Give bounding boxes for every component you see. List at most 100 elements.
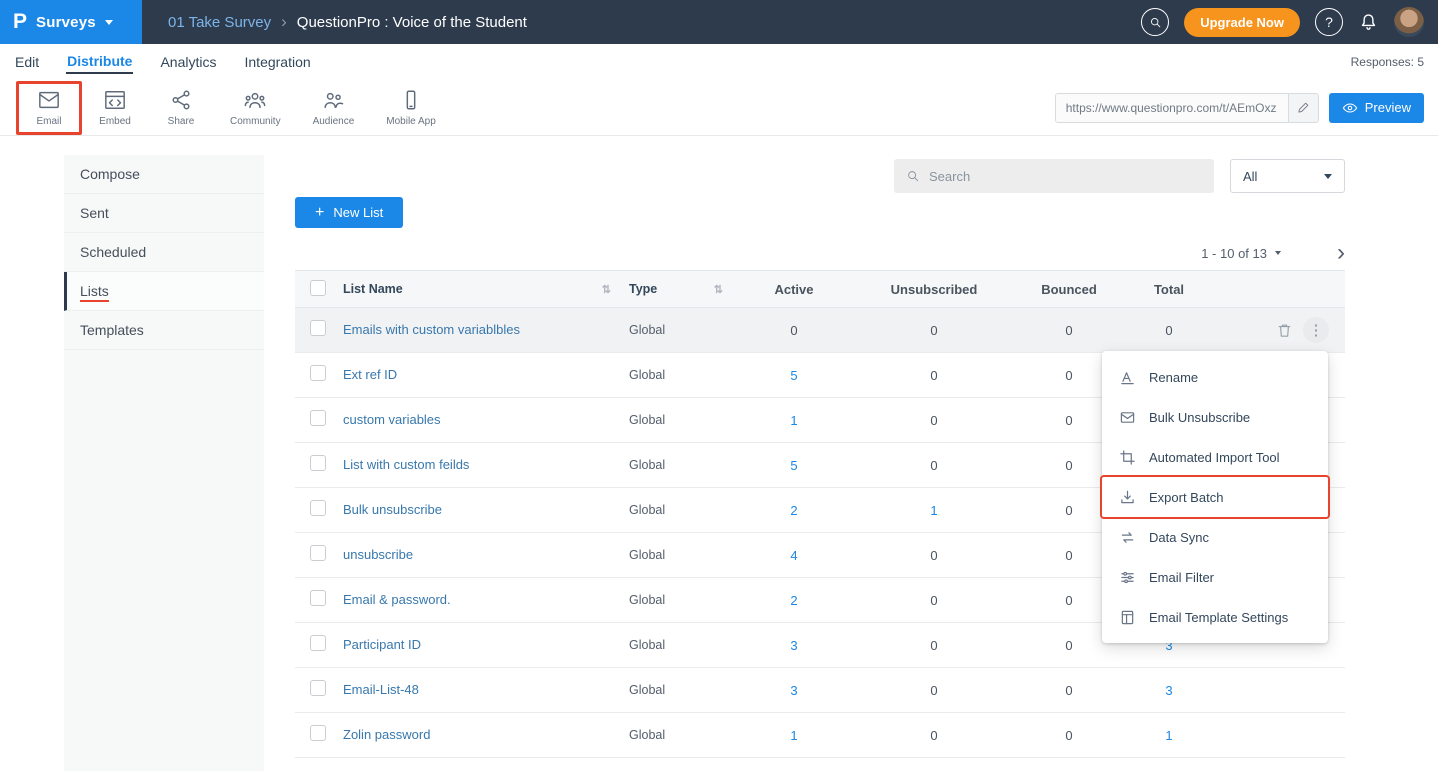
row-checkbox[interactable] [310, 680, 326, 696]
table-row[interactable]: Email-List-48 Global 3 0 0 3 [295, 668, 1345, 713]
list-name-link[interactable]: custom variables [343, 412, 441, 427]
tool-community[interactable]: Community [214, 81, 297, 135]
tool-audience[interactable]: Audience [297, 81, 371, 135]
tool-share[interactable]: Share [148, 81, 214, 135]
list-name-link[interactable]: Participant ID [343, 637, 421, 652]
delete-list-button[interactable] [1276, 322, 1293, 339]
plus-icon: + [315, 205, 324, 221]
bell-icon [1358, 12, 1379, 33]
tab-edit[interactable]: Edit [14, 52, 40, 73]
user-avatar[interactable] [1394, 7, 1424, 37]
help-button[interactable]: ? [1315, 8, 1343, 36]
menu-item-bulk-unsubscribe[interactable]: Bulk Unsubscribe [1102, 397, 1328, 437]
surveys-menu-button[interactable]: P Surveys [0, 0, 142, 44]
tool-mobile-app[interactable]: Mobile App [370, 81, 451, 135]
list-name-link[interactable]: Bulk unsubscribe [343, 502, 442, 517]
col-header-total: Total [1119, 282, 1219, 297]
list-search [894, 159, 1214, 193]
menu-item-email-filter[interactable]: Email Filter [1102, 557, 1328, 597]
sidebar-item-scheduled[interactable]: Scheduled [64, 233, 264, 272]
list-name-link[interactable]: Ext ref ID [343, 367, 397, 382]
rename-icon [1120, 370, 1135, 385]
sidebar-item-templates[interactable]: Templates [64, 311, 264, 350]
embed-icon [104, 89, 126, 111]
survey-nav: Edit Distribute Analytics Integration Re… [0, 44, 1438, 80]
notifications-button[interactable] [1358, 12, 1379, 33]
tab-distribute[interactable]: Distribute [66, 51, 133, 74]
trash-icon [1276, 322, 1293, 339]
pagination-range-dropdown[interactable]: 1 - 10 of 13 [1201, 246, 1281, 261]
table-row[interactable]: Zolin password Global 1 0 0 1 [295, 713, 1345, 758]
chevron-down-icon [1324, 174, 1332, 179]
edit-url-button[interactable] [1288, 94, 1318, 122]
col-header-bounced: Bounced [1019, 282, 1119, 297]
row-menu-button[interactable]: ⋮ [1303, 317, 1329, 343]
menu-item-automated-import[interactable]: Automated Import Tool [1102, 437, 1328, 477]
upgrade-now-button[interactable]: Upgrade Now [1184, 8, 1300, 37]
eye-icon [1342, 100, 1358, 116]
list-name-link[interactable]: Emails with custom variablbles [343, 322, 520, 337]
global-search-button[interactable] [1141, 8, 1169, 36]
row-checkbox[interactable] [310, 545, 326, 561]
col-header-list-name[interactable]: List Name⇅ [341, 282, 627, 296]
row-checkbox[interactable] [310, 410, 326, 426]
pagination: 1 - 10 of 13 › [295, 240, 1345, 266]
sort-icon[interactable]: ⇅ [714, 283, 723, 296]
audience-icon [322, 89, 344, 111]
list-name-link[interactable]: Email & password. [343, 592, 451, 607]
list-name-link[interactable]: Email-List-48 [343, 682, 419, 697]
new-list-button[interactable]: + New List [295, 197, 403, 228]
tab-analytics[interactable]: Analytics [159, 52, 217, 73]
email-sidebar: Compose Sent Scheduled Lists Templates [64, 155, 264, 771]
sync-icon [1120, 530, 1135, 545]
list-name-link[interactable]: Zolin password [343, 727, 430, 742]
question-icon: ? [1325, 14, 1333, 30]
menu-item-email-template-settings[interactable]: Email Template Settings [1102, 597, 1328, 637]
envelope-remove-icon [1120, 410, 1135, 425]
row-context-menu: Rename Bulk Unsubscribe Automated Import… [1102, 351, 1328, 643]
row-checkbox[interactable] [310, 590, 326, 606]
survey-url-input[interactable] [1056, 101, 1288, 115]
kebab-icon: ⋮ [1309, 321, 1324, 339]
menu-item-rename[interactable]: Rename [1102, 357, 1328, 397]
questionpro-logo: P [13, 10, 27, 34]
tool-embed[interactable]: Embed [82, 81, 148, 135]
list-filter-select[interactable]: All [1230, 159, 1345, 193]
tool-email[interactable]: Email [16, 81, 82, 135]
chevron-down-icon [105, 20, 113, 25]
responses-count: Responses: 5 [1351, 55, 1424, 69]
row-checkbox[interactable] [310, 500, 326, 516]
next-page-button[interactable]: › [1337, 241, 1345, 265]
select-all-checkbox[interactable] [310, 280, 326, 296]
list-search-input[interactable] [929, 169, 1202, 184]
sidebar-item-sent[interactable]: Sent [64, 194, 264, 233]
preview-button[interactable]: Preview [1329, 93, 1424, 123]
tab-integration[interactable]: Integration [244, 52, 312, 73]
distribute-toolbar: Email Embed Share Community Audience Mob… [0, 80, 1438, 136]
chevron-down-icon [1275, 251, 1281, 255]
search-icon [906, 169, 920, 183]
surveys-menu-label: Surveys [36, 14, 96, 31]
row-checkbox[interactable] [310, 725, 326, 741]
sort-icon[interactable]: ⇅ [602, 283, 611, 296]
list-name-link[interactable]: unsubscribe [343, 547, 413, 562]
sidebar-item-compose[interactable]: Compose [64, 155, 264, 194]
breadcrumb: 01 Take Survey › QuestionPro : Voice of … [168, 12, 527, 32]
table-row[interactable]: Emails with custom variablbles Global 0 … [295, 308, 1345, 353]
crop-tool-icon [1120, 450, 1135, 465]
row-checkbox[interactable] [310, 635, 326, 651]
topbar: P Surveys 01 Take Survey › QuestionPro :… [0, 0, 1438, 44]
topbar-actions: Upgrade Now ? [1141, 7, 1438, 37]
menu-item-export-batch[interactable]: Export Batch [1102, 477, 1328, 517]
list-name-link[interactable]: List with custom feilds [343, 457, 469, 472]
row-checkbox[interactable] [310, 320, 326, 336]
col-header-type[interactable]: Type⇅ [627, 282, 739, 296]
menu-item-data-sync[interactable]: Data Sync [1102, 517, 1328, 557]
row-checkbox[interactable] [310, 455, 326, 471]
row-checkbox[interactable] [310, 365, 326, 381]
breadcrumb-separator-icon: › [281, 12, 287, 32]
sidebar-item-lists[interactable]: Lists [64, 272, 264, 311]
template-icon [1120, 610, 1135, 625]
breadcrumb-survey-link[interactable]: 01 Take Survey [168, 14, 271, 31]
search-icon [1149, 16, 1162, 29]
